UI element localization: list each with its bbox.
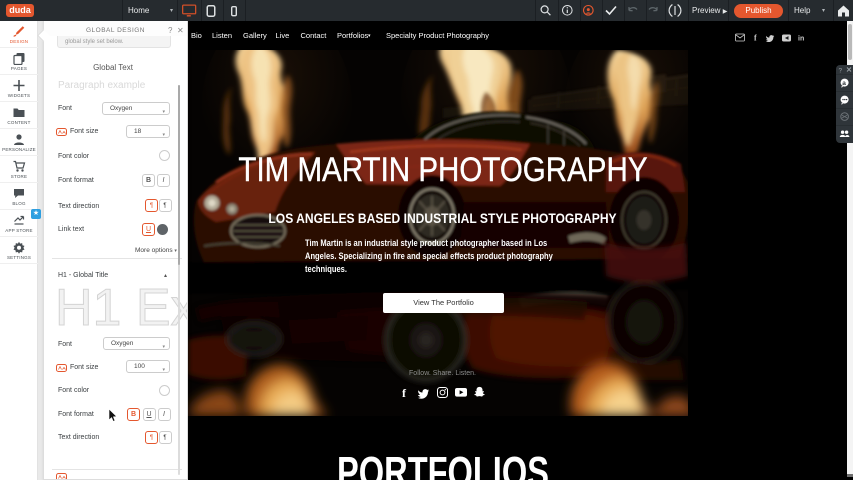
svg-text:in: in <box>798 36 804 43</box>
svg-text:a: a <box>842 80 846 87</box>
svg-text:f: f <box>754 34 757 43</box>
svg-text:f: f <box>402 386 407 399</box>
svg-text:?: ? <box>839 68 843 75</box>
